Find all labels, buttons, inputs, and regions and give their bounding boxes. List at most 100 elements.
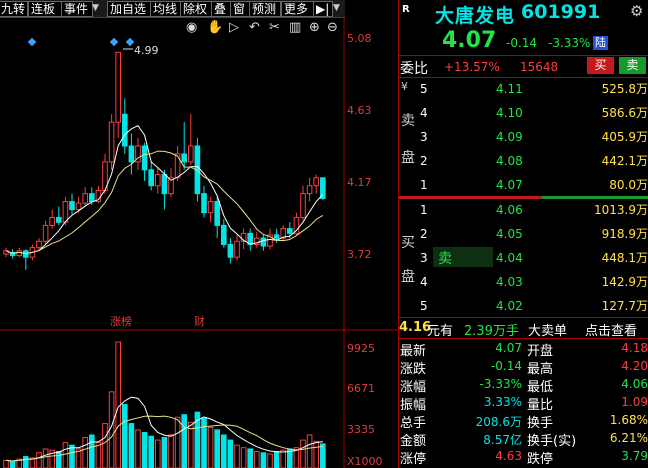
ask-volume: 442.1万 [601, 154, 648, 168]
volume-bar [300, 439, 306, 468]
volume-bar [280, 449, 286, 468]
ask-volume: 525.8万 [601, 82, 648, 96]
last-price: 4.07 [442, 28, 497, 53]
big-order-volume: 2.39万手 [464, 324, 519, 339]
candle-down [260, 237, 267, 247]
volume-bar [214, 429, 220, 468]
toolbar-more-button[interactable]: 更多 [281, 1, 315, 17]
bid-volume: 1013.9万 [594, 203, 648, 217]
ask-price: 4.10 [496, 106, 523, 120]
candle-down [287, 228, 293, 234]
candle-down [161, 174, 168, 195]
bid-level: 1 [420, 203, 428, 217]
toolbar-collapse-icon[interactable]: ▶| [313, 1, 333, 17]
volume-bar [69, 444, 75, 468]
volume-bar [201, 417, 207, 468]
volume-axis-label: 9925 [347, 342, 375, 355]
toolbar-add-watchlist-button[interactable]: 加自选 [107, 1, 151, 17]
toolbar-ma-button[interactable]: 均线 [150, 1, 182, 17]
event-markers [27, 37, 135, 47]
market-tag: R [402, 4, 410, 15]
volume-axis-label: 3335 [347, 423, 375, 436]
volume-bar [141, 431, 148, 468]
volume-chart[interactable] [0, 330, 398, 468]
bid-price: 4.04 [496, 251, 523, 265]
big-order-unit: 元有 [427, 324, 454, 339]
candle-down [122, 113, 128, 147]
ask-price: 4.11 [496, 82, 523, 96]
volume-axis-label: 6671 [347, 382, 375, 395]
bid-volume: 918.9万 [601, 227, 648, 241]
bid-volume: 142.9万 [601, 275, 648, 289]
ask-price: 4.09 [496, 130, 523, 144]
bid-volume: 127.7万 [601, 299, 648, 313]
event-label-zhangbang[interactable]: 涨榜 [110, 313, 132, 329]
event-label-cai[interactable]: 财 [194, 313, 205, 329]
bid-row[interactable]: 1 4.06 1013.9万 [398, 202, 648, 218]
sell-button[interactable]: 卖 [619, 57, 646, 74]
stat-label: 换手 [527, 416, 554, 431]
volume-bar [128, 423, 135, 468]
bid-level: 2 [420, 227, 428, 241]
volume-bar [168, 434, 174, 468]
ask-row[interactable]: 4 4.10 586.6万 [398, 105, 648, 121]
candle-up [313, 177, 319, 187]
ask-row[interactable]: 5 4.11 525.8万 [398, 81, 648, 97]
weibi-ratio: +13.57% [444, 60, 500, 74]
kline-chart[interactable] [0, 18, 398, 348]
candle-down [221, 224, 227, 245]
bid-level: 5 [420, 299, 428, 313]
candle-up [155, 174, 161, 187]
bid-row[interactable]: 5 4.02 127.7万 [398, 298, 648, 314]
ask-price: 4.08 [496, 154, 523, 168]
stat-label: 涨停 [400, 452, 427, 467]
volume-bar [161, 437, 168, 468]
weibi-label: 委比 [400, 61, 428, 77]
chart-toolbar: 九转 连板 事件 ▼ 加自选 均线 除权 叠 窗 预测 更多 ▶| ▼ [0, 0, 345, 18]
candle-up [188, 145, 194, 163]
ask-level: 1 [420, 178, 428, 192]
stat-label: 最高 [527, 362, 554, 377]
bid-row[interactable]: 4 4.03 142.9万 [398, 274, 648, 290]
stat-value: -3.33% [479, 377, 522, 391]
volume-bar [23, 456, 29, 468]
stat-value: 3.79 [621, 449, 648, 463]
stat-value: 1.68% [609, 413, 648, 427]
ask-level: 2 [420, 154, 428, 168]
candle-down [89, 193, 95, 203]
toolbar-window-button[interactable]: 窗 [230, 1, 250, 17]
stat-value: 3.33% [483, 395, 522, 409]
stat-value: 1.09 [621, 395, 648, 409]
stat-value: 4.18 [621, 341, 648, 355]
event-diamond [125, 37, 135, 47]
volume-bar [260, 452, 267, 468]
big-order-link[interactable]: 点击查看 [585, 320, 637, 339]
toolbar-lianban-button[interactable]: 连板 [28, 1, 62, 17]
candle-down [214, 201, 220, 226]
volume-bars [3, 341, 326, 468]
volume-bar [82, 437, 89, 468]
toolbar-events-button[interactable]: 事件 [61, 1, 93, 17]
buy-button[interactable]: 买 [587, 57, 614, 74]
ask-row[interactable]: 1 4.07 80.0万 [398, 177, 648, 193]
settings-gear-icon[interactable]: ⚙ [630, 2, 643, 20]
bid-row[interactable]: 2 4.05 918.9万 [398, 226, 648, 242]
volume-bar [89, 434, 95, 468]
toolbar-jiuzhuan-button[interactable]: 九转 [0, 1, 28, 17]
stat-label: 金额 [400, 434, 427, 449]
stock-code: 601991 [521, 1, 601, 23]
toolbar-overlay-button[interactable]: 叠 [211, 1, 231, 17]
stat-value: 208.6万 [475, 415, 522, 429]
events-dropdown-icon[interactable]: ▼ [91, 1, 100, 15]
high-price-label: 4.99 [134, 44, 159, 57]
stat-value: 6.21% [609, 431, 648, 445]
ask-row[interactable]: 3 4.09 405.9万 [398, 129, 648, 145]
more-dropdown-icon[interactable]: ▼ [332, 1, 341, 15]
volume-bar [227, 439, 234, 468]
bid-row[interactable]: 3 4.04 448.1万 [398, 250, 648, 266]
volume-bar [273, 450, 280, 468]
ask-row[interactable]: 2 4.08 442.1万 [398, 153, 648, 169]
stat-label: 涨幅 [400, 380, 427, 395]
toolbar-exright-button[interactable]: 除权 [180, 1, 212, 17]
toolbar-forecast-button[interactable]: 预测 [249, 1, 281, 17]
